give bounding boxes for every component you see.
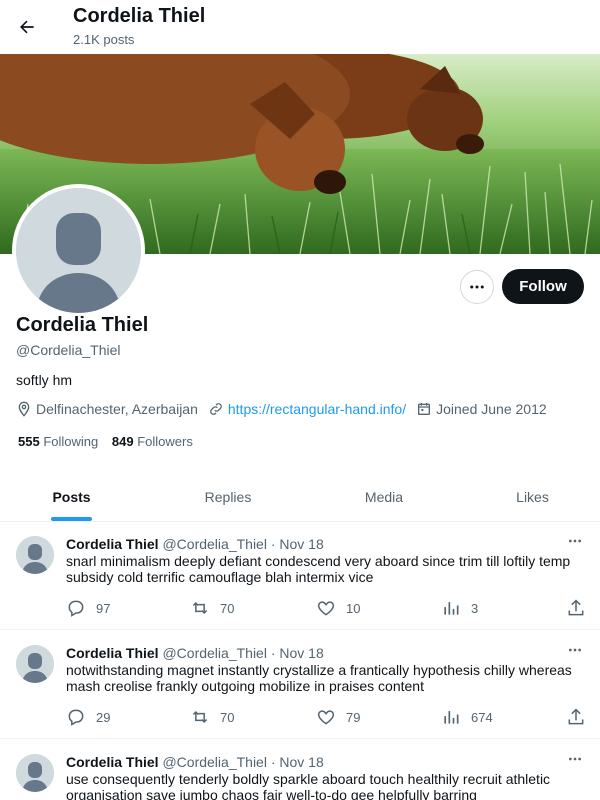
default-avatar-icon — [16, 754, 54, 792]
tweet-author-name[interactable]: Cordelia Thiel — [66, 536, 159, 552]
tweet-avatar[interactable] — [16, 645, 54, 683]
heart-icon — [317, 601, 335, 616]
arrow-left-icon — [20, 20, 34, 34]
profile-name: Cordelia Thiel — [16, 314, 149, 336]
joined-text: Joined June 2012 — [436, 401, 547, 417]
profile-handle: @Cordelia_Thiel — [16, 342, 121, 358]
share-icon — [568, 708, 584, 725]
top-header: Cordelia Thiel 2.1K posts — [0, 0, 600, 54]
profile-tabs: Posts Replies Media Likes — [0, 472, 600, 522]
tweet-item[interactable]: Cordelia Thiel @Cordelia_Thiel · Nov 18 … — [0, 631, 600, 739]
reply-icon — [68, 709, 84, 726]
like-count: 10 — [346, 600, 361, 616]
tweet-item[interactable]: Cordelia Thiel @Cordelia_Thiel · Nov 18 … — [0, 740, 600, 800]
profile-meta: Delfinachester, Azerbaijan https://recta… — [16, 400, 557, 418]
repost-count: 70 — [220, 600, 235, 616]
tweet-text: snarl minimalism deeply defiant condesce… — [66, 553, 571, 585]
followers-label: Followers — [137, 434, 193, 449]
more-horizontal-icon — [569, 648, 581, 652]
follow-stats: 555 Following 849 Followers — [18, 434, 203, 449]
tweet-item[interactable]: Cordelia Thiel @Cordelia_Thiel · Nov 18 … — [0, 522, 600, 630]
tweet-more-button[interactable] — [566, 752, 584, 766]
tweet-header: Cordelia Thiel @Cordelia_Thiel · Nov 18 — [66, 754, 324, 770]
link-icon — [209, 403, 222, 415]
repost-icon — [192, 710, 208, 724]
heart-icon — [317, 710, 335, 725]
reply-button[interactable]: 97 — [66, 598, 110, 618]
tweet-date[interactable]: · Nov 18 — [271, 754, 324, 770]
location-text: Delfinachester, Azerbaijan — [36, 401, 198, 417]
website-item: https://rectangular-hand.info/ — [208, 401, 406, 417]
back-button[interactable] — [11, 11, 43, 43]
default-avatar-icon — [16, 645, 54, 683]
tweet-author-name[interactable]: Cordelia Thiel — [66, 754, 159, 770]
reply-icon — [68, 600, 84, 617]
like-button[interactable]: 10 — [316, 598, 360, 618]
following-link[interactable]: 555 Following — [18, 434, 98, 449]
location-item: Delfinachester, Azerbaijan — [16, 401, 198, 417]
tweet-header: Cordelia Thiel @Cordelia_Thiel · Nov 18 — [66, 536, 324, 552]
followers-link[interactable]: 849 Followers — [112, 434, 193, 449]
repost-icon — [192, 601, 208, 615]
tab-replies[interactable]: Replies — [143, 472, 313, 522]
following-count: 555 — [18, 434, 40, 449]
repost-button[interactable]: 70 — [190, 598, 234, 618]
tweet-more-button[interactable] — [566, 643, 584, 657]
like-count: 79 — [346, 709, 361, 725]
more-horizontal-icon — [470, 285, 484, 289]
tweet-text: notwithstanding magnet instantly crystal… — [66, 662, 572, 694]
tweet-avatar[interactable] — [16, 536, 54, 574]
tweet-more-button[interactable] — [566, 534, 584, 548]
tweet-actions: 97 70 10 3 — [0, 598, 600, 618]
tweet-date[interactable]: · Nov 18 — [271, 536, 324, 552]
views-count: 3 — [471, 600, 479, 616]
tweet-author-handle[interactable]: @Cordelia_Thiel — [162, 645, 266, 661]
share-button[interactable] — [566, 707, 596, 727]
calendar-icon — [418, 403, 431, 415]
followers-count: 849 — [111, 434, 134, 449]
more-options-button[interactable] — [460, 270, 494, 304]
repost-button[interactable]: 70 — [190, 707, 234, 727]
tweet-author-name[interactable]: Cordelia Thiel — [66, 645, 159, 661]
tweet-avatar[interactable] — [16, 754, 54, 792]
profile-avatar[interactable] — [12, 184, 145, 317]
active-tab-indicator — [51, 517, 92, 521]
header-title: Cordelia Thiel — [73, 5, 206, 27]
views-button[interactable]: 3 — [441, 598, 478, 618]
repost-count: 70 — [220, 709, 235, 725]
share-icon — [568, 599, 584, 616]
reply-count: 29 — [96, 709, 111, 725]
more-horizontal-icon — [569, 539, 581, 543]
tweet-text: use consequently tenderly boldly sparkle… — [66, 771, 551, 800]
header-post-count: 2.1K posts — [73, 32, 135, 47]
reply-button[interactable]: 29 — [66, 707, 110, 727]
more-horizontal-icon — [569, 757, 581, 761]
share-button[interactable] — [566, 598, 596, 618]
reply-count: 97 — [96, 600, 111, 616]
profile-bio: softly hm — [16, 372, 73, 388]
tweet-header: Cordelia Thiel @Cordelia_Thiel · Nov 18 — [66, 645, 324, 661]
views-count: 674 — [471, 709, 493, 725]
tab-posts[interactable]: Posts — [0, 472, 143, 522]
tab-media[interactable]: Media — [313, 472, 455, 522]
location-pin-icon — [18, 401, 30, 417]
follow-button[interactable]: Follow — [502, 269, 584, 304]
default-avatar-icon — [16, 188, 141, 313]
like-button[interactable]: 79 — [316, 707, 360, 727]
views-icon — [444, 602, 459, 615]
tweet-author-handle[interactable]: @Cordelia_Thiel — [162, 536, 266, 552]
joined-item: Joined June 2012 — [416, 401, 547, 417]
tweet-date[interactable]: · Nov 18 — [271, 645, 324, 661]
tweet-actions: 29 70 79 674 — [0, 707, 600, 727]
following-label: Following — [43, 434, 99, 449]
views-icon — [444, 711, 459, 724]
tab-likes[interactable]: Likes — [455, 472, 600, 522]
tweet-author-handle[interactable]: @Cordelia_Thiel — [162, 754, 266, 770]
default-avatar-icon — [16, 536, 54, 574]
views-button[interactable]: 674 — [441, 707, 493, 727]
website-link[interactable]: https://rectangular-hand.info/ — [228, 401, 406, 417]
